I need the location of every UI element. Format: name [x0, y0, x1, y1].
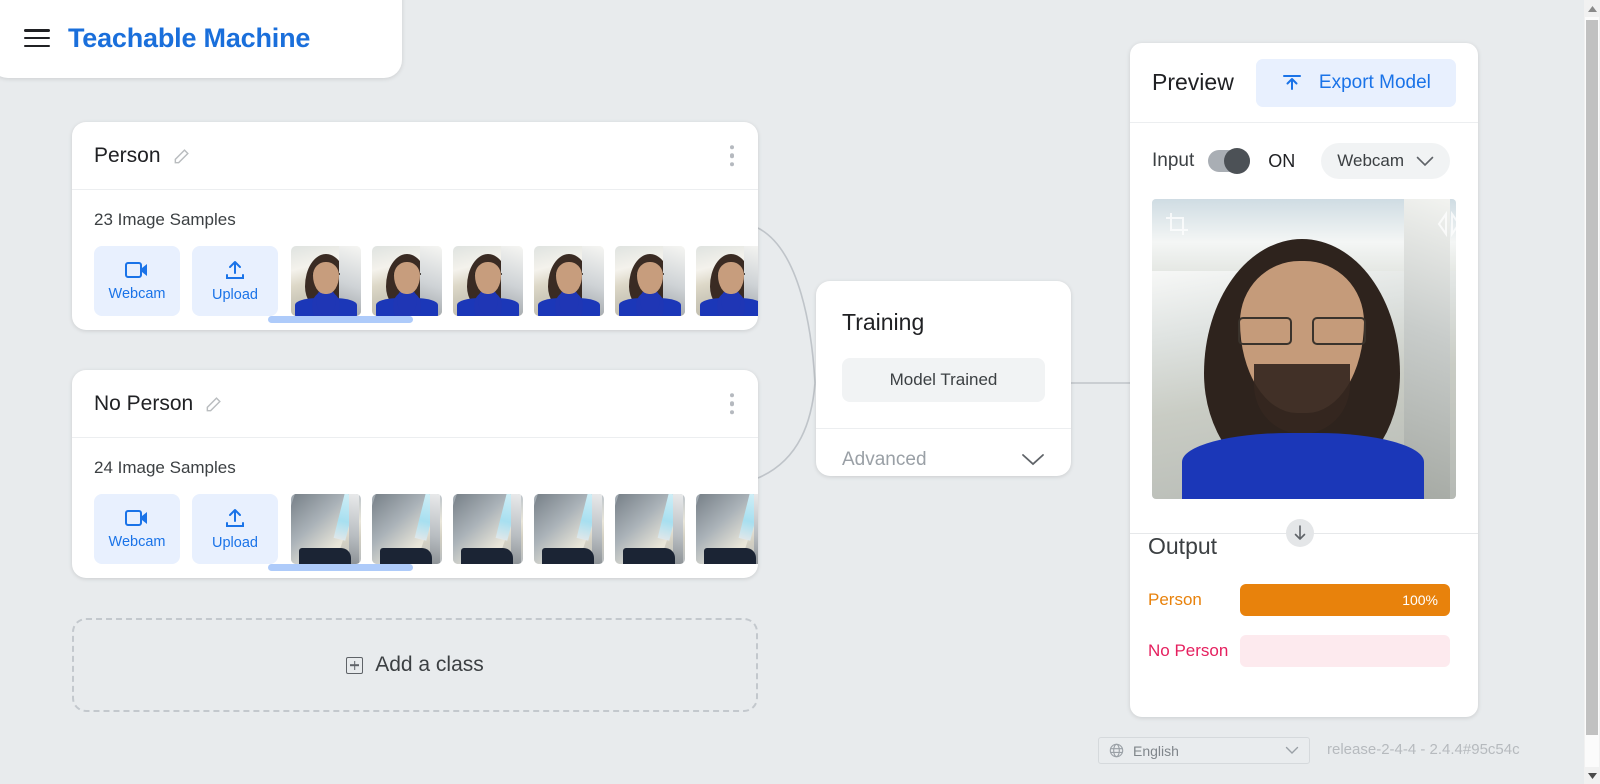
webcam-preview[interactable]: [1152, 199, 1456, 499]
output-row-no-person: No Person: [1148, 635, 1478, 667]
sample-thumbnail[interactable]: [534, 494, 604, 564]
sample-thumbnails-person[interactable]: [291, 246, 758, 316]
class-menu-button-person[interactable]: [730, 145, 735, 167]
pencil-icon[interactable]: [204, 394, 224, 414]
hamburger-icon[interactable]: [24, 29, 50, 47]
output-percent-person: 100%: [1402, 592, 1438, 608]
sample-row-person: Webcam Upload: [94, 246, 758, 320]
preview-panel: Preview Export Model Input ON Webcam: [1130, 43, 1478, 717]
scroll-down-arrow-icon[interactable]: [1584, 767, 1600, 784]
class-card-person: Person 23 Image Samples Webcam: [72, 122, 758, 330]
output-label-no-person: No Person: [1148, 641, 1240, 661]
add-class-label: Add a class: [375, 653, 484, 677]
chevron-down-icon: [1285, 746, 1299, 755]
class-card-body: 24 Image Samples Webcam Upload: [72, 438, 758, 568]
input-label: Input: [1152, 150, 1194, 172]
video-camera-icon: [125, 509, 149, 527]
sample-thumbnail[interactable]: [372, 246, 442, 316]
globe-icon: [1109, 743, 1124, 758]
sample-row-no-person: Webcam Upload: [94, 494, 758, 568]
train-model-button[interactable]: Model Trained: [842, 358, 1045, 402]
sample-thumbnails-no-person[interactable]: [291, 494, 758, 564]
upload-button-person[interactable]: Upload: [192, 246, 278, 316]
crop-icon[interactable]: [1164, 211, 1190, 237]
training-panel: Training Model Trained Advanced: [816, 281, 1071, 476]
pencil-icon[interactable]: [172, 146, 192, 166]
plus-square-icon: [346, 657, 363, 674]
sample-thumbnail[interactable]: [615, 246, 685, 316]
webcam-label-no-person: Webcam: [109, 534, 166, 550]
language-select[interactable]: English: [1098, 737, 1310, 764]
output-bar-person: 100%: [1240, 584, 1450, 616]
arrow-down-icon: [1286, 519, 1314, 547]
input-row: Input ON Webcam: [1130, 123, 1478, 199]
advanced-section-toggle[interactable]: Advanced: [816, 428, 1071, 490]
class-menu-button-no-person[interactable]: [730, 393, 735, 415]
sample-thumbnail[interactable]: [696, 246, 758, 316]
class-card-no-person: No Person 24 Image Samples Webcam: [72, 370, 758, 578]
flip-horizontal-icon[interactable]: [1436, 211, 1456, 237]
input-toggle[interactable]: [1208, 150, 1250, 172]
upload-button-no-person[interactable]: Upload: [192, 494, 278, 564]
webcam-label-person: Webcam: [109, 286, 166, 302]
sample-thumbnail[interactable]: [291, 246, 361, 316]
output-label-person: Person: [1148, 590, 1240, 610]
sample-scrollbar-person[interactable]: [268, 316, 413, 323]
version-string: release-2-4-4 - 2.4.4#95c54c: [1327, 741, 1520, 758]
upload-icon: [1281, 73, 1303, 93]
scroll-up-arrow-icon[interactable]: [1584, 0, 1600, 17]
sample-thumbnail[interactable]: [696, 494, 758, 564]
scrollbar-thumb[interactable]: [1586, 20, 1598, 735]
chevron-down-icon: [1416, 156, 1434, 167]
training-title: Training: [816, 281, 1071, 336]
sample-count-person: 23 Image Samples: [94, 210, 758, 230]
app-header: Teachable Machine: [0, 0, 402, 78]
sample-scrollbar-no-person[interactable]: [268, 564, 413, 571]
preview-header: Preview Export Model: [1130, 43, 1478, 123]
sample-thumbnail[interactable]: [453, 494, 523, 564]
export-model-label: Export Model: [1319, 72, 1431, 94]
upload-icon: [224, 508, 246, 528]
upload-label-person: Upload: [212, 287, 258, 303]
webcam-button-person[interactable]: Webcam: [94, 246, 180, 316]
upload-icon: [224, 260, 246, 280]
sample-thumbnail[interactable]: [372, 494, 442, 564]
sample-thumbnail[interactable]: [453, 246, 523, 316]
export-model-button[interactable]: Export Model: [1256, 59, 1456, 107]
app-root: Teachable Machine Person 23 Image Sample…: [0, 0, 1600, 784]
page-scrollbar[interactable]: [1584, 0, 1600, 784]
output-row-person: Person 100%: [1148, 584, 1478, 616]
sample-thumbnail[interactable]: [534, 246, 604, 316]
sample-count-no-person: 24 Image Samples: [94, 458, 758, 478]
class-card-body: 23 Image Samples Webcam Upload: [72, 190, 758, 320]
class-card-header: No Person: [72, 370, 758, 438]
class-card-header: Person: [72, 122, 758, 190]
sample-thumbnail[interactable]: [291, 494, 361, 564]
webcam-button-no-person[interactable]: Webcam: [94, 494, 180, 564]
add-class-button[interactable]: Add a class: [72, 618, 758, 712]
input-source-select[interactable]: Webcam: [1321, 143, 1450, 179]
advanced-label: Advanced: [842, 449, 927, 471]
output-bar-no-person: [1240, 635, 1450, 667]
input-source-value: Webcam: [1337, 151, 1404, 171]
video-camera-icon: [125, 261, 149, 279]
class-name-no-person[interactable]: No Person: [94, 392, 193, 416]
app-title: Teachable Machine: [68, 23, 310, 54]
language-value: English: [1133, 743, 1179, 759]
preview-title: Preview: [1152, 69, 1234, 96]
class-name-person[interactable]: Person: [94, 144, 161, 168]
sample-thumbnail[interactable]: [615, 494, 685, 564]
chevron-down-icon: [1021, 453, 1045, 467]
train-model-label: Model Trained: [890, 370, 998, 390]
upload-label-no-person: Upload: [212, 535, 258, 551]
input-toggle-state: ON: [1268, 151, 1295, 172]
